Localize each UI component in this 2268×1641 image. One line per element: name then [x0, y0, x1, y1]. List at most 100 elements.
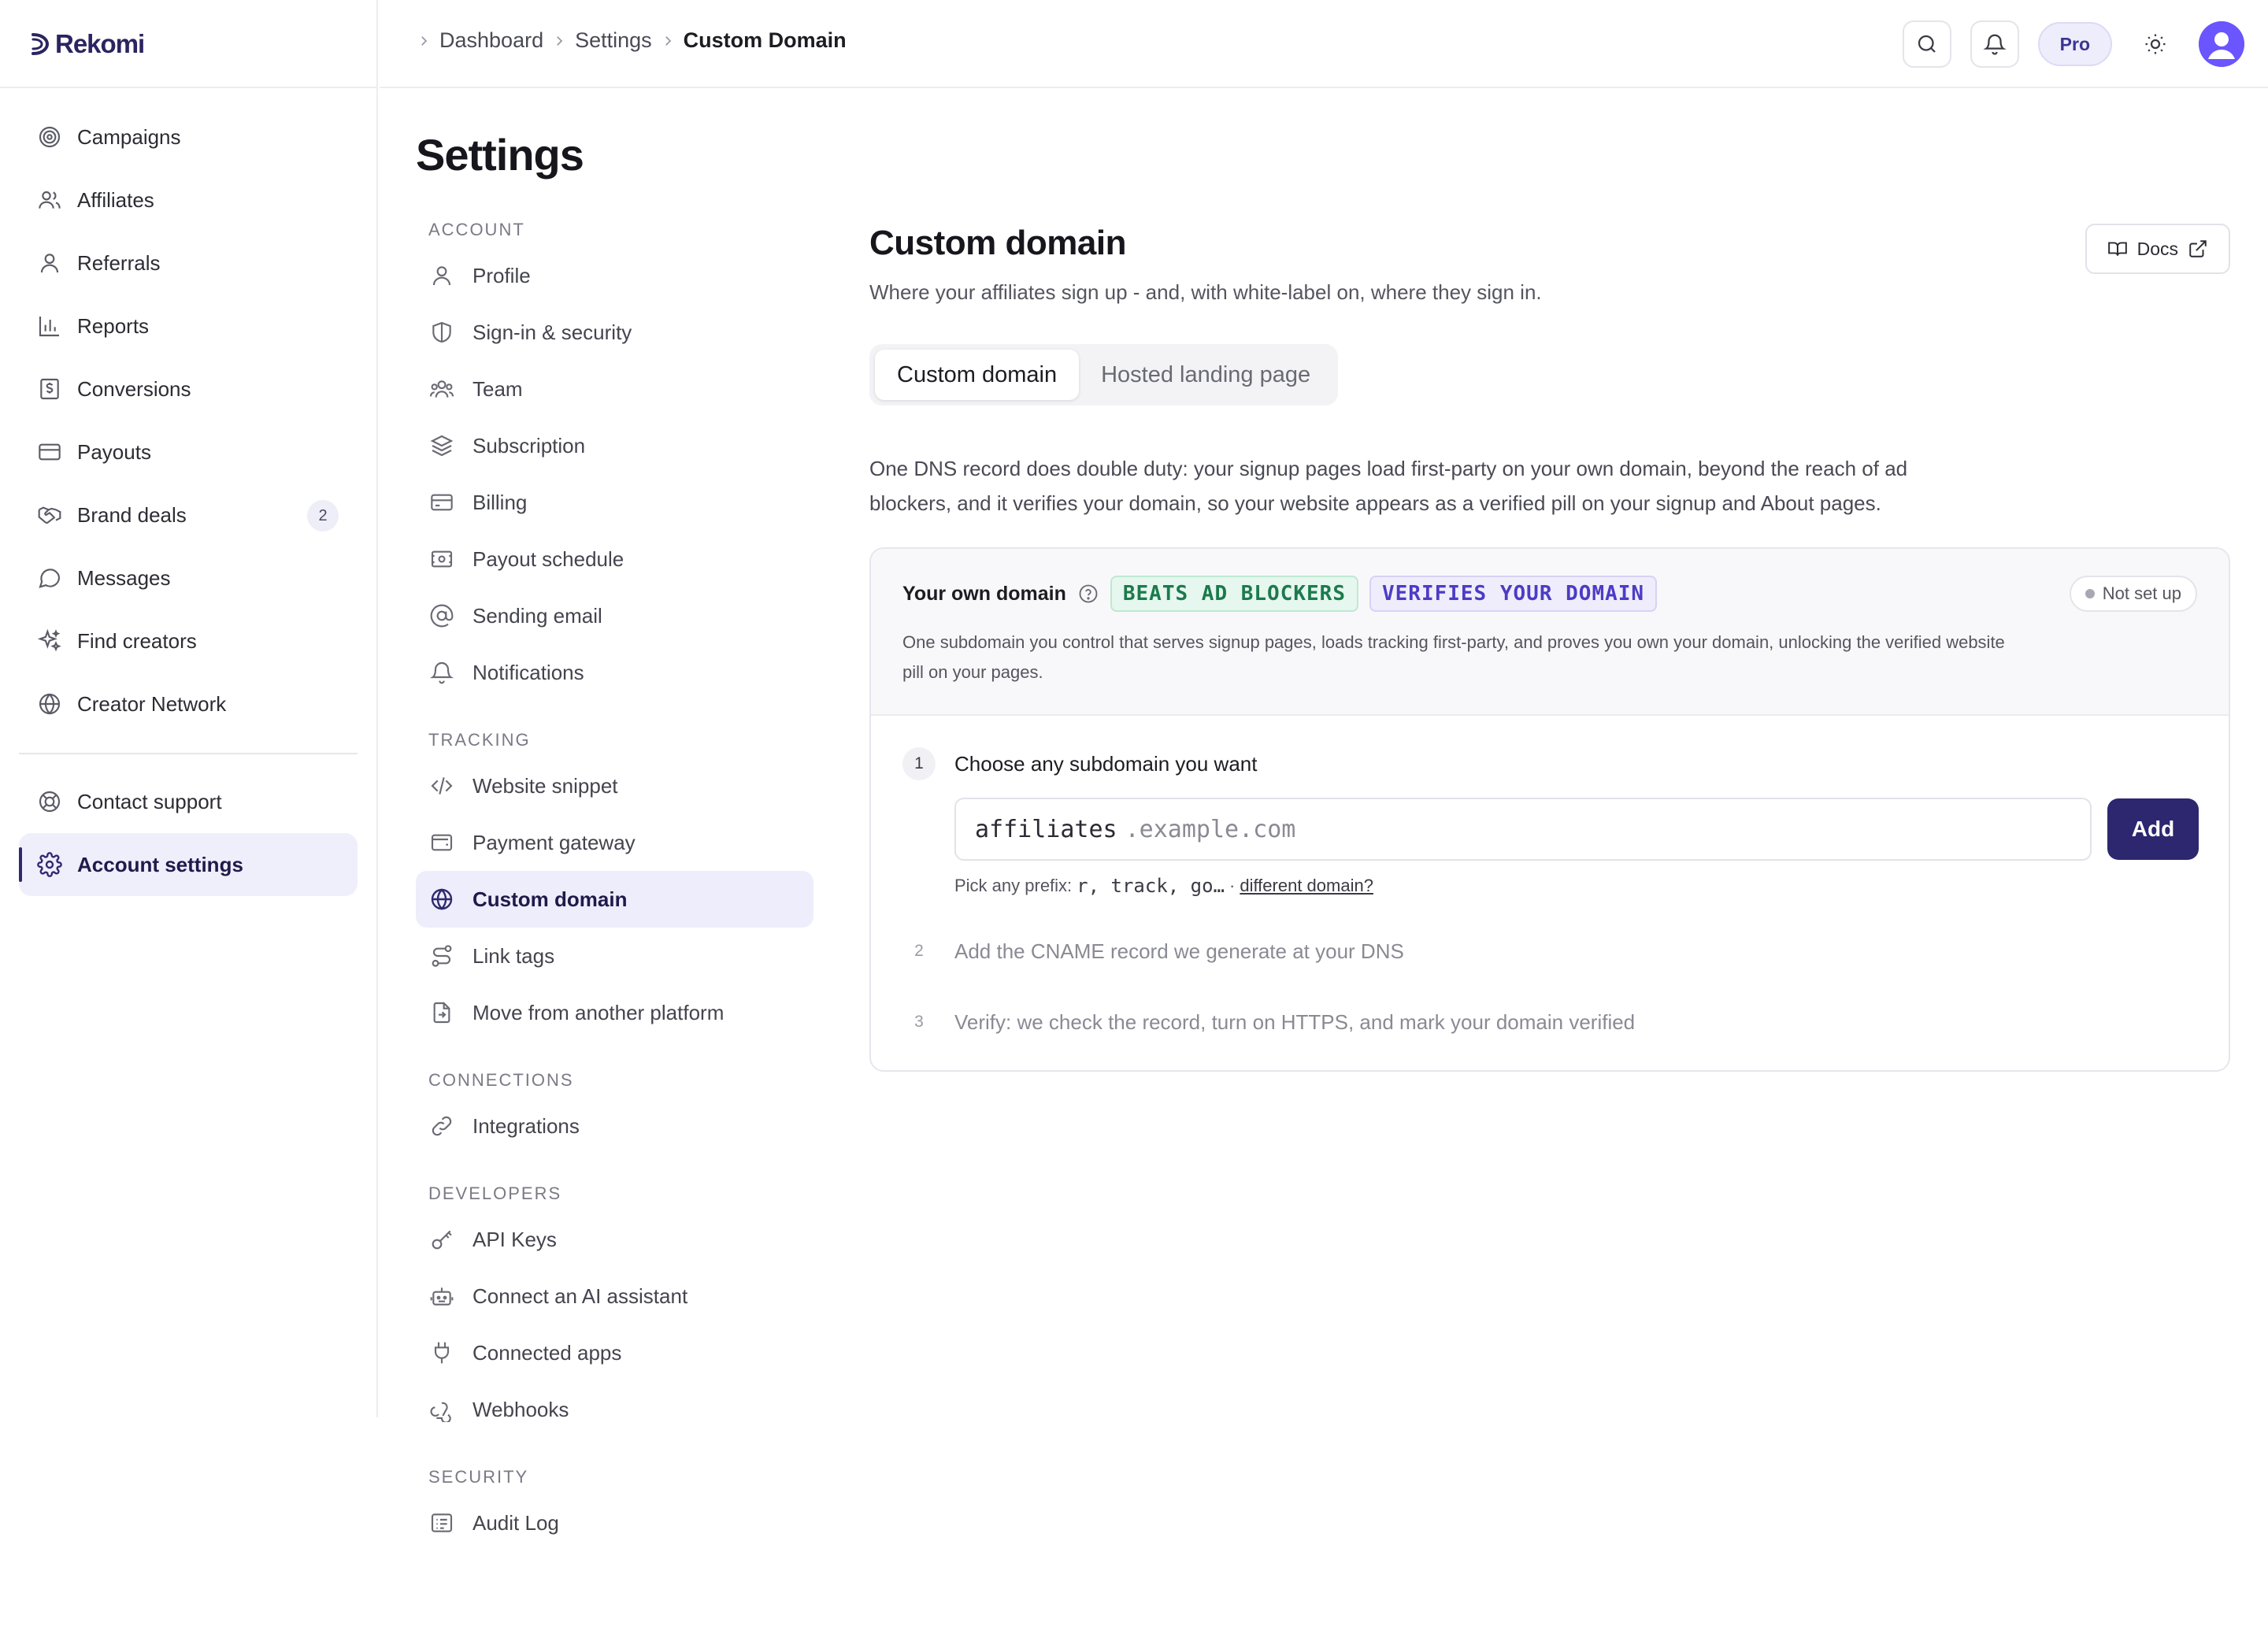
sidebar-item-find-creators[interactable]: Find creators	[19, 609, 358, 672]
section-title: Custom domain	[869, 224, 1126, 262]
bell-icon	[428, 659, 455, 686]
sidebar-item-brand-deals[interactable]: Brand deals 2	[19, 483, 358, 546]
logo[interactable]: Rekomi	[28, 27, 145, 61]
docs-button[interactable]: Docs	[2085, 224, 2230, 274]
settings-item-profile[interactable]: Profile	[416, 247, 813, 304]
calendar-money-icon	[428, 546, 455, 572]
settings-item-api-keys[interactable]: API Keys	[416, 1211, 813, 1268]
tab-hosted-landing-page[interactable]: Hosted landing page	[1079, 350, 1332, 400]
settings-item-label: Subscription	[472, 433, 586, 457]
setup-steps: 1 Choose any subdomain you want affiliat…	[871, 716, 2229, 1070]
tab-custom-domain[interactable]: Custom domain	[875, 350, 1080, 400]
plan-badge[interactable]: Pro	[2037, 22, 2112, 66]
breadcrumb-dashboard[interactable]: Dashboard	[439, 28, 543, 53]
shield-icon	[428, 319, 455, 346]
search-button[interactable]	[1902, 20, 1951, 68]
docs-label: Docs	[2136, 238, 2178, 259]
settings-item-sending-email[interactable]: Sending email	[416, 587, 813, 644]
settings-item-label: Move from another platform	[472, 1000, 724, 1024]
card-description: One subdomain you control that serves si…	[902, 632, 2005, 682]
plug-icon	[428, 1339, 455, 1366]
top-actions: Pro	[1902, 20, 2244, 68]
settings-item-billing[interactable]: Billing	[416, 474, 813, 531]
domain-card: Your own domain BEATS AD BLOCKERS VERIFI…	[869, 547, 2230, 1072]
settings-item-payout-schedule[interactable]: Payout schedule	[416, 531, 813, 587]
breadcrumb: Dashboard Settings Custom Domain	[408, 28, 847, 53]
settings-item-ai-assistant[interactable]: Connect an AI assistant	[416, 1268, 813, 1324]
sidebar-item-campaigns[interactable]: Campaigns	[19, 106, 358, 169]
settings-item-webhooks[interactable]: Webhooks	[416, 1381, 813, 1438]
theme-toggle-button[interactable]	[2131, 20, 2180, 68]
help-circle-icon[interactable]	[1077, 583, 1099, 605]
notifications-button[interactable]	[1970, 20, 2019, 68]
hint-examples: r, track, go…	[1077, 875, 1225, 897]
sidebar-item-label: Referrals	[77, 250, 161, 275]
step-body: Choose any subdomain you want affiliates…	[954, 747, 2199, 897]
sidebar-item-creator-network[interactable]: Creator Network	[19, 672, 358, 735]
settings-item-label: API Keys	[472, 1227, 557, 1251]
settings-item-notifications[interactable]: Notifications	[416, 644, 813, 701]
sidebar-item-referrals[interactable]: Referrals	[19, 232, 358, 294]
tab-group: Custom domain Hosted landing page	[869, 344, 1339, 406]
sidebar-item-conversions[interactable]: Conversions	[19, 357, 358, 420]
step-title: Add the CNAME record we generate at your…	[954, 939, 1404, 963]
sidebar-item-label: Contact support	[77, 789, 222, 813]
custom-domain-panel: Custom domain Where your affiliates sign…	[869, 224, 2230, 1072]
settings-item-label: Billing	[472, 490, 528, 514]
chevron-right-icon	[548, 34, 570, 48]
avatar[interactable]	[2199, 21, 2244, 67]
sidebar-item-account-settings[interactable]: Account settings	[19, 833, 358, 896]
settings-item-custom-domain[interactable]: Custom domain	[416, 871, 813, 928]
gear-icon	[36, 851, 63, 878]
settings-item-move-platform[interactable]: Move from another platform	[416, 984, 813, 1041]
card-title: Your own domain	[902, 582, 1066, 605]
sun-icon	[2145, 34, 2166, 54]
sidebar-item-reports[interactable]: Reports	[19, 294, 358, 357]
book-open-icon	[2107, 242, 2127, 256]
domain-suffix: .example.com	[1125, 815, 1296, 843]
subdomain-input-row: affiliates .example.com Add	[954, 798, 2199, 861]
settings-item-audit-log[interactable]: Audit Log	[416, 1495, 813, 1551]
sidebar-item-payouts[interactable]: Payouts	[19, 420, 358, 483]
section-subtitle: Where your affiliates sign up - and, wit…	[869, 280, 1542, 304]
settings-item-label: Custom domain	[472, 887, 628, 911]
breadcrumb-settings[interactable]: Settings	[575, 28, 652, 53]
different-domain-link[interactable]: different domain?	[1240, 876, 1373, 896]
dns-description: One DNS record does double duty: your si…	[869, 457, 1908, 515]
sidebar-item-contact-support[interactable]: Contact support	[19, 770, 358, 833]
settings-item-integrations[interactable]: Integrations	[416, 1098, 813, 1154]
settings-item-label: Notifications	[472, 660, 584, 684]
section-heading-connections: CONNECTIONS	[428, 1070, 574, 1090]
step-number: 1	[902, 747, 936, 780]
app-sidebar: Rekomi Campaigns Affiliates Referrals Re…	[0, 0, 378, 1417]
settings-item-label: Link tags	[472, 943, 555, 968]
settings-item-payment-gateway[interactable]: Payment gateway	[416, 814, 813, 871]
settings-item-team[interactable]: Team	[416, 361, 813, 417]
settings-item-label: Payout schedule	[472, 546, 624, 571]
settings-item-sign-in-security[interactable]: Sign-in & security	[416, 304, 813, 361]
step-number: 2	[914, 942, 924, 960]
settings-item-label: Webhooks	[472, 1397, 569, 1421]
sidebar-item-affiliates[interactable]: Affiliates	[19, 169, 358, 232]
main-nav: Campaigns Affiliates Referrals Reports C…	[19, 106, 358, 896]
settings-item-label: Connect an AI assistant	[472, 1284, 688, 1308]
sidebar-item-label: Conversions	[77, 376, 191, 401]
step-title: Verify: we check the record, turn on HTT…	[954, 1010, 1636, 1034]
target-icon	[36, 124, 63, 150]
sidebar-item-label: Campaigns	[77, 124, 181, 149]
settings-item-label: Audit Log	[472, 1510, 559, 1535]
subdomain-input[interactable]: affiliates .example.com	[954, 798, 2092, 861]
settings-item-label: Website snippet	[472, 773, 618, 798]
hint-prefix: Pick any prefix:	[954, 876, 1073, 895]
add-button[interactable]: Add	[2107, 798, 2199, 860]
settings-item-connected-apps[interactable]: Connected apps	[416, 1324, 813, 1381]
user-icon	[36, 250, 63, 276]
settings-item-website-snippet[interactable]: Website snippet	[416, 758, 813, 814]
user-avatar-icon	[2199, 21, 2244, 67]
receipt-dollar-icon	[36, 376, 63, 402]
card-header-row: Your own domain BEATS AD BLOCKERS VERIFI…	[902, 576, 2197, 612]
settings-item-subscription[interactable]: Subscription	[416, 417, 813, 474]
settings-item-link-tags[interactable]: Link tags	[416, 928, 813, 984]
sidebar-item-messages[interactable]: Messages	[19, 546, 358, 609]
